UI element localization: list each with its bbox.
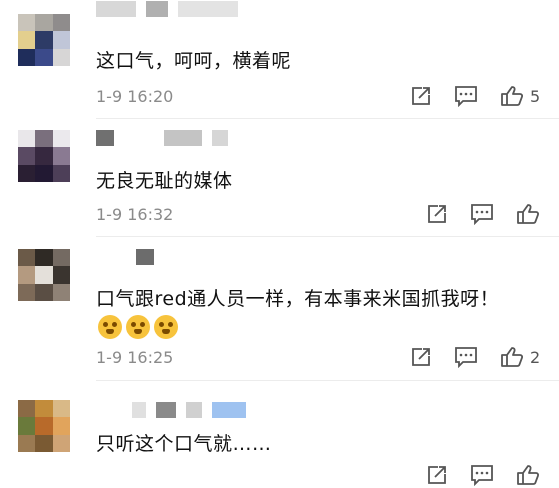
share-icon bbox=[428, 205, 446, 223]
avatar-pixel bbox=[18, 31, 36, 49]
user-avatar[interactable] bbox=[18, 130, 70, 182]
avatar-pixel bbox=[35, 249, 53, 267]
avatar-pixel bbox=[35, 434, 53, 452]
avatar-pixel bbox=[35, 48, 53, 66]
thumbs-up-icon bbox=[501, 86, 524, 106]
avatar-pixel bbox=[35, 147, 53, 165]
like-count: 2 bbox=[530, 347, 541, 367]
avatar-pixel bbox=[52, 14, 70, 32]
avatar-pixel bbox=[35, 266, 53, 284]
avatar-pixel bbox=[35, 14, 53, 32]
comment-text: 口气跟red通人员一样，有本事来米国抓我呀！ bbox=[96, 288, 500, 310]
avatar-pixel bbox=[18, 266, 36, 284]
share-button[interactable] bbox=[426, 203, 448, 225]
avatar-pixel bbox=[52, 164, 70, 182]
avatar-pixel bbox=[18, 249, 36, 267]
reply-icon bbox=[455, 86, 477, 107]
username-redacted[interactable] bbox=[96, 248, 154, 266]
comment-timestamp: 1-9 16:20 bbox=[96, 87, 174, 106]
avatar-pixel bbox=[52, 283, 70, 301]
avatar-pixel bbox=[18, 164, 36, 182]
avatar-pixel bbox=[18, 283, 36, 301]
avatar-pixel bbox=[52, 266, 70, 284]
avatar-pixel bbox=[18, 130, 36, 148]
reply-button[interactable] bbox=[470, 464, 494, 486]
avatar-pixel bbox=[18, 48, 36, 66]
reply-button[interactable] bbox=[454, 346, 478, 368]
user-avatar[interactable] bbox=[18, 14, 70, 66]
scared-face-emoji-icon bbox=[98, 315, 122, 339]
comment-actions: 2 bbox=[388, 344, 540, 370]
share-icon bbox=[412, 87, 430, 105]
emoji-row bbox=[98, 315, 178, 339]
comment-text: 这口气，呵呵，横着呢 bbox=[96, 50, 292, 72]
comment-actions: 5 bbox=[388, 83, 540, 109]
avatar-pixel bbox=[18, 434, 36, 452]
avatar-pixel bbox=[35, 417, 53, 435]
reply-button[interactable] bbox=[454, 85, 478, 107]
share-icon bbox=[412, 348, 430, 366]
divider bbox=[96, 380, 559, 381]
user-avatar[interactable] bbox=[18, 249, 70, 301]
comment-actions bbox=[404, 462, 540, 488]
avatar-pixel bbox=[52, 130, 70, 148]
share-button[interactable] bbox=[410, 346, 432, 368]
like-button[interactable] bbox=[516, 464, 540, 486]
reply-icon bbox=[471, 465, 493, 486]
reply-button[interactable] bbox=[470, 203, 494, 225]
comment-timestamp: 1-9 16:25 bbox=[96, 348, 174, 367]
avatar-pixel bbox=[52, 434, 70, 452]
scared-face-emoji-icon bbox=[154, 315, 178, 339]
scared-face-emoji-icon bbox=[126, 315, 150, 339]
avatar-pixel bbox=[52, 48, 70, 66]
share-icon bbox=[428, 466, 446, 484]
username-redacted[interactable] bbox=[96, 401, 246, 419]
avatar-pixel bbox=[52, 249, 70, 267]
comment-text: 只听这个口气就…… bbox=[96, 433, 272, 455]
avatar-pixel bbox=[35, 164, 53, 182]
user-avatar[interactable] bbox=[18, 400, 70, 452]
like-count: 5 bbox=[530, 86, 541, 106]
avatar-pixel bbox=[35, 283, 53, 301]
like-button[interactable]: 2 bbox=[500, 346, 540, 368]
avatar-pixel bbox=[35, 130, 53, 148]
avatar-pixel bbox=[18, 14, 36, 32]
avatar-pixel bbox=[18, 147, 36, 165]
username-redacted[interactable] bbox=[96, 0, 238, 18]
thumbs-up-icon bbox=[517, 465, 540, 485]
avatar-pixel bbox=[18, 400, 36, 418]
divider bbox=[96, 236, 559, 237]
comment-text: 无良无耻的媒体 bbox=[96, 170, 233, 192]
reply-icon bbox=[455, 347, 477, 368]
avatar-pixel bbox=[52, 400, 70, 418]
divider bbox=[96, 118, 559, 119]
like-button[interactable] bbox=[516, 203, 546, 225]
share-button[interactable] bbox=[410, 85, 432, 107]
thumbs-up-icon bbox=[501, 347, 524, 367]
avatar-pixel bbox=[18, 417, 36, 435]
reply-icon bbox=[471, 204, 493, 225]
avatar-pixel bbox=[35, 31, 53, 49]
share-button[interactable] bbox=[426, 464, 448, 486]
username-redacted[interactable] bbox=[96, 129, 228, 147]
avatar-pixel bbox=[52, 147, 70, 165]
comment-timestamp: 1-9 16:32 bbox=[96, 205, 174, 224]
comment-actions bbox=[404, 201, 546, 227]
like-button[interactable]: 5 bbox=[500, 85, 540, 107]
avatar-pixel bbox=[35, 400, 53, 418]
avatar-pixel bbox=[52, 31, 70, 49]
avatar-pixel bbox=[52, 417, 70, 435]
thumbs-up-icon bbox=[517, 204, 540, 224]
